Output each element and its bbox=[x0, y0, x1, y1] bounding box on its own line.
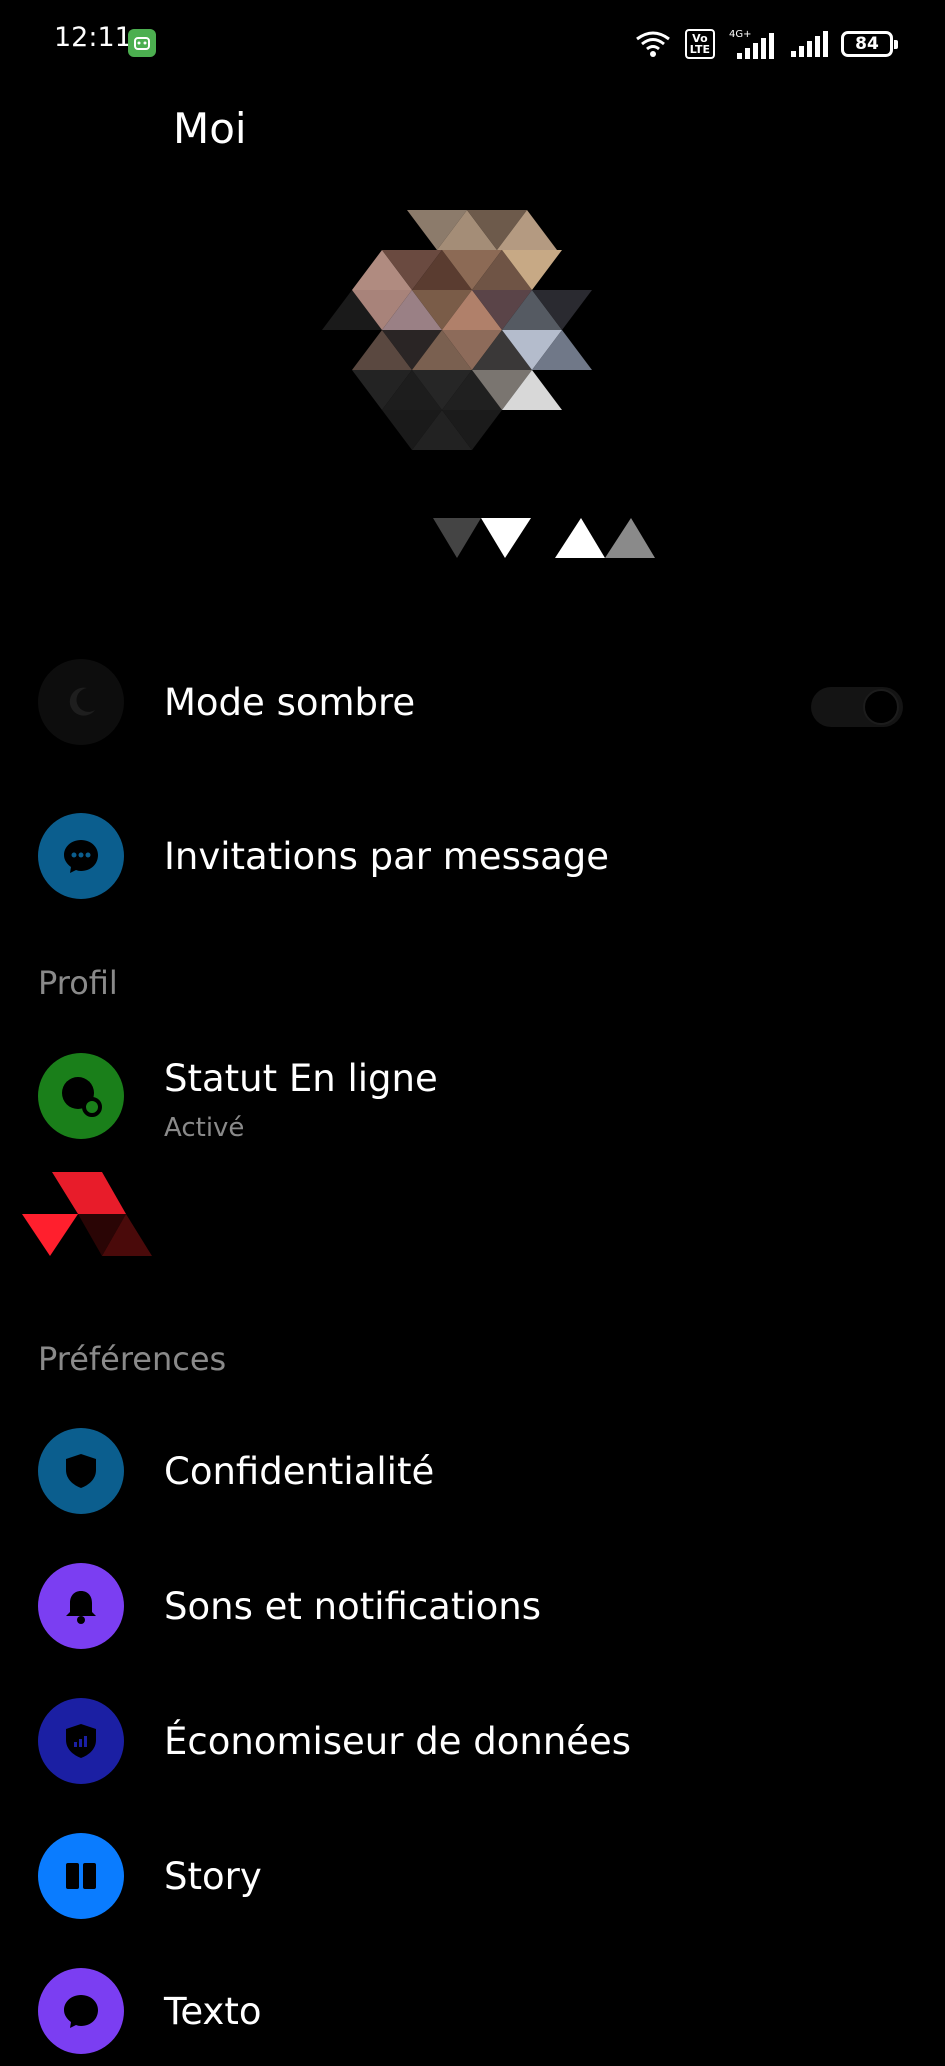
sms-label: Texto bbox=[164, 1990, 262, 2033]
story-label: Story bbox=[164, 1855, 262, 1898]
moon-icon bbox=[38, 659, 124, 745]
dark-mode-label: Mode sombre bbox=[164, 681, 416, 724]
dark-mode-row[interactable]: Mode sombre bbox=[0, 647, 945, 757]
android-notification-icon bbox=[128, 29, 156, 57]
message-invites-row[interactable]: Invitations par message bbox=[0, 801, 945, 911]
data-saver-row[interactable]: Économiseur de données bbox=[0, 1686, 945, 1796]
story-icon bbox=[38, 1833, 124, 1919]
status-icons: Vo LTE 4G+ 84 bbox=[633, 24, 898, 64]
signal-icon bbox=[791, 31, 828, 57]
sounds-notifications-label: Sons et notifications bbox=[164, 1585, 541, 1628]
avatar-decoration bbox=[433, 518, 655, 558]
privacy-label: Confidentialité bbox=[164, 1450, 435, 1493]
sounds-notifications-row[interactable]: Sons et notifications bbox=[0, 1551, 945, 1661]
privacy-row[interactable]: Confidentialité bbox=[0, 1416, 945, 1526]
chat-bubble-icon bbox=[38, 813, 124, 899]
message-invites-label: Invitations par message bbox=[164, 835, 610, 878]
online-status-label: Statut En ligne bbox=[164, 1057, 438, 1100]
signal-4g-icon: 4G+ bbox=[729, 29, 774, 59]
section-title-profile: Profil bbox=[38, 964, 118, 1002]
story-row[interactable]: Story bbox=[0, 1821, 945, 1931]
status-bar: 12:11 Vo LTE 4G+ 84 bbox=[0, 0, 945, 84]
svg-text:4G+: 4G+ bbox=[729, 29, 752, 40]
wifi-icon bbox=[635, 31, 670, 57]
red-triangles-decoration bbox=[22, 1172, 152, 1256]
section-title-preferences: Préférences bbox=[38, 1340, 227, 1378]
data-saver-label: Économiseur de données bbox=[164, 1720, 632, 1763]
profile-avatar[interactable] bbox=[322, 200, 622, 490]
sms-bubble-icon bbox=[38, 1968, 124, 2054]
shield-icon bbox=[38, 1428, 124, 1514]
bell-icon bbox=[38, 1563, 124, 1649]
online-status-value: Activé bbox=[164, 1113, 245, 1143]
battery-icon: 84 bbox=[841, 31, 898, 57]
online-status-row[interactable]: Statut En ligne Activé bbox=[0, 1041, 945, 1151]
dark-mode-toggle[interactable] bbox=[811, 687, 903, 727]
online-status-icon bbox=[38, 1053, 124, 1139]
sms-row[interactable]: Texto bbox=[0, 1956, 945, 2066]
data-shield-icon bbox=[38, 1698, 124, 1784]
page-title: Moi bbox=[173, 104, 247, 153]
status-time: 12:11 bbox=[54, 22, 132, 53]
volte-icon: Vo LTE bbox=[684, 29, 715, 59]
